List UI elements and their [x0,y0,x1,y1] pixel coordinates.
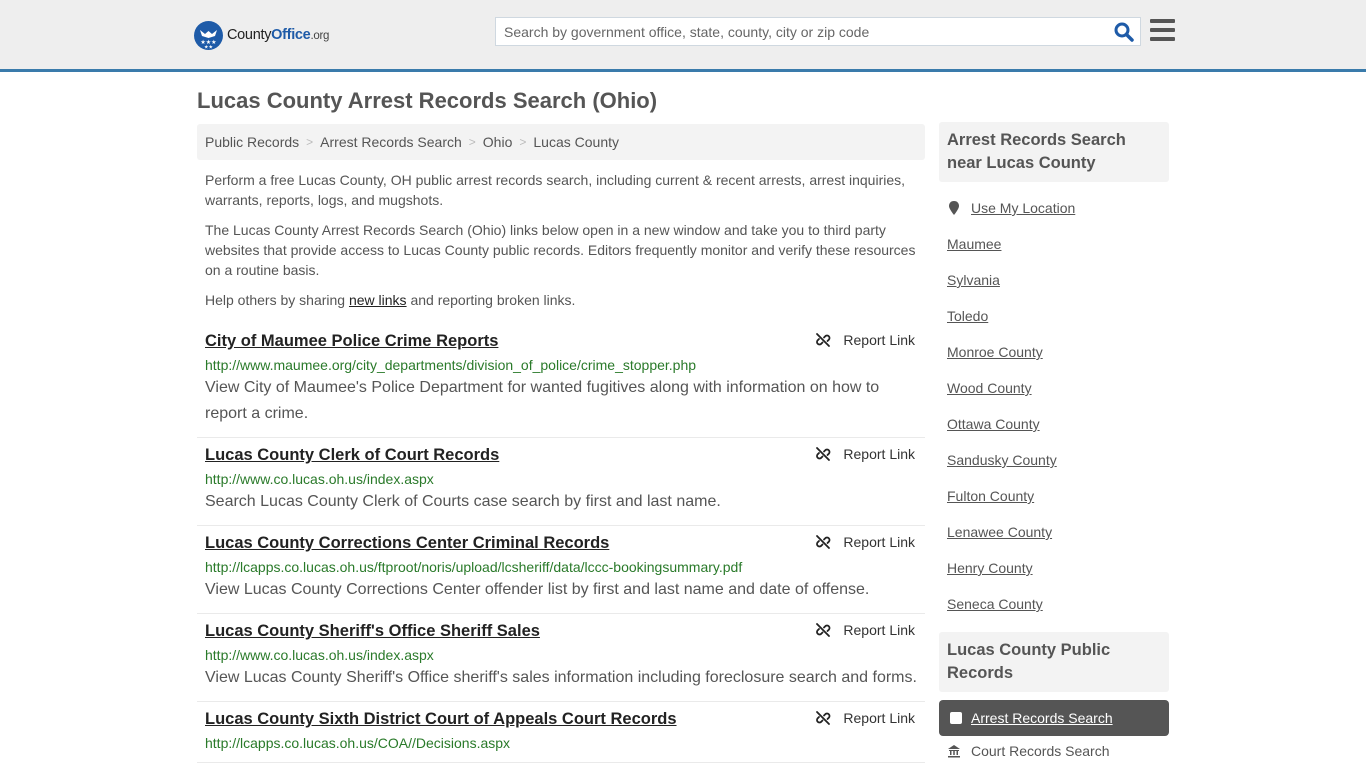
nearby-link[interactable]: Maumee [947,236,1001,252]
site-search [495,17,1141,46]
eagle-stars-logo-icon: ★★★ ★★ [194,20,223,50]
nearby-item: Maumee [939,226,1169,262]
nearby-item: Lenawee County [939,514,1169,550]
broken-link-icon [816,711,831,725]
breadcrumb-separator: > [519,135,527,149]
result-title-link[interactable]: City of Maumee Police Crime Reports [205,332,498,351]
result-item: Lucas County Sheriff's Office Sheriff Sa… [197,614,925,702]
nearby-list: Use My Location Maumee Sylvania Toledo Monr… [939,190,1169,622]
court-records-search-link[interactable]: Court Records Search [971,743,1110,759]
sidebar: Arrest Records Search near Lucas County … [939,122,1169,766]
breadcrumb: Public Records > Arrest Records Search >… [197,124,925,160]
help-text: Help others by sharing [205,292,349,308]
result-description: View City of Maumee's Police Department … [205,379,880,422]
nearby-item: Fulton County [939,478,1169,514]
svg-text:★★: ★★ [204,44,213,50]
result-description: View Lucas County Corrections Center off… [205,581,870,598]
nearby-item: Wood County [939,370,1169,406]
result-url: http://www.co.lucas.oh.us/index.aspx [205,471,434,487]
result-item: Lucas County Corrections Center Criminal… [197,526,925,614]
nearby-link[interactable]: Sylvania [947,272,1000,288]
sidebar-item-court-records-search[interactable]: Court Records Search [939,736,1169,766]
result-item: Lucas County Clerk of Court Records Repor… [197,438,925,526]
checkbox-icon [950,712,962,724]
result-url: http://www.maumee.org/city_departments/d… [205,357,697,373]
nearby-link[interactable]: Ottawa County [947,416,1040,432]
use-location-item: Use My Location [939,190,1169,226]
nearby-item: Sandusky County [939,442,1169,478]
breadcrumb-lucas-county[interactable]: Lucas County [533,134,619,150]
result-item: City of Maumee Police Crime Reports Repor… [197,324,925,438]
nearby-link[interactable]: Henry County [947,560,1033,576]
site-logo[interactable]: ★★★ ★★ CountyOffice.org [194,20,329,50]
result-url: http://lcapps.co.lucas.oh.us/ftproot/nor… [205,559,743,575]
page-title: Lucas County Arrest Records Search (Ohio… [197,88,658,113]
broken-link-icon [816,623,831,637]
report-link-button[interactable]: Report Link [815,534,915,550]
breadcrumb-public-records[interactable]: Public Records [205,134,299,150]
result-item: Lucas County Sixth District Court of App… [197,702,925,763]
arrest-records-search-link[interactable]: Arrest Records Search [971,710,1113,726]
courthouse-icon [948,745,960,758]
nearby-link[interactable]: Fulton County [947,488,1034,504]
intro-paragraph: Perform a free Lucas County, OH public a… [205,172,906,208]
nearby-link[interactable]: Seneca County [947,596,1043,612]
report-link-label: Report Link [843,534,915,550]
report-link-button[interactable]: Report Link [815,622,915,638]
logo-text: CountyOffice.org [227,27,330,43]
map-pin-icon [949,201,959,215]
help-paragraph: Help others by sharing new links and rep… [205,290,920,310]
breadcrumb-separator: > [306,135,314,149]
report-link-button[interactable]: Report Link [815,446,915,462]
result-url: http://www.co.lucas.oh.us/index.aspx [205,647,434,663]
result-title-link[interactable]: Lucas County Clerk of Court Records [205,446,499,465]
report-link-label: Report Link [843,332,915,348]
new-links-link[interactable]: new links [349,292,407,308]
site-header: ★★★ ★★ CountyOffice.org [0,0,1366,72]
report-link-button[interactable]: Report Link [815,332,915,348]
nearby-item: Toledo [939,298,1169,334]
report-link-label: Report Link [843,446,915,462]
hamburger-menu-icon[interactable] [1150,19,1175,43]
nearby-link[interactable]: Sandusky County [947,452,1057,468]
nearby-item: Seneca County [939,586,1169,622]
nearby-item: Sylvania [939,262,1169,298]
nearby-heading: Arrest Records Search near Lucas County [939,122,1169,182]
report-link-label: Report Link [843,710,915,726]
breadcrumb-separator: > [468,135,476,149]
disclaimer-paragraph: The Lucas County Arrest Records Search (… [205,222,916,278]
results-list: City of Maumee Police Crime Reports Repor… [197,324,925,763]
report-link-button[interactable]: Report Link [815,710,915,726]
result-description: View Lucas County Sheriff's Office sheri… [205,669,917,686]
public-records-heading: Lucas County Public Records [939,632,1169,692]
broken-link-icon [816,535,831,549]
help-text: and reporting broken links. [406,292,576,308]
nearby-link[interactable]: Toledo [947,308,988,324]
result-title-link[interactable]: Lucas County Sixth District Court of App… [205,710,677,729]
nearby-item: Monroe County [939,334,1169,370]
result-url: http://lcapps.co.lucas.oh.us/COA//Decisi… [205,735,511,751]
nearby-link[interactable]: Lenawee County [947,524,1052,540]
search-icon[interactable] [1114,22,1134,42]
nearby-link[interactable]: Wood County [947,380,1032,396]
breadcrumb-ohio[interactable]: Ohio [483,134,513,150]
broken-link-icon [816,447,831,461]
sidebar-item-arrest-records-search[interactable]: Arrest Records Search [939,700,1169,736]
result-title-link[interactable]: Lucas County Sheriff's Office Sheriff Sa… [205,622,540,641]
nearby-item: Henry County [939,550,1169,586]
use-my-location-link[interactable]: Use My Location [971,200,1075,216]
breadcrumb-arrest-records-search[interactable]: Arrest Records Search [320,134,462,150]
result-description: Search Lucas County Clerk of Courts case… [205,493,721,510]
broken-link-icon [816,333,831,347]
report-link-label: Report Link [843,622,915,638]
nearby-item: Ottawa County [939,406,1169,442]
result-title-link[interactable]: Lucas County Corrections Center Criminal… [205,534,609,553]
search-input[interactable] [496,18,1096,45]
nearby-link[interactable]: Monroe County [947,344,1043,360]
